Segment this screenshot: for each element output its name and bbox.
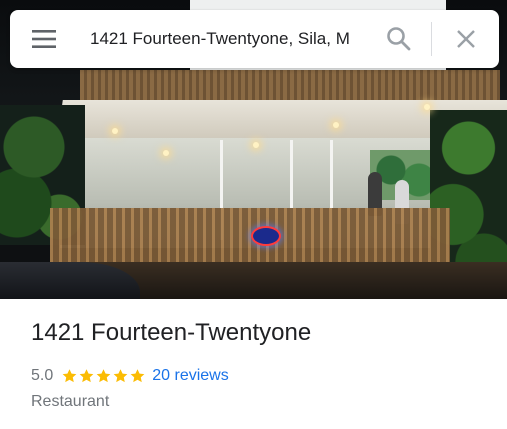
- hamburger-menu-icon: [32, 30, 56, 48]
- photo-lamp: [163, 150, 169, 156]
- photo-open-sign: [251, 226, 281, 246]
- search-divider: [431, 22, 432, 56]
- place-category: Restaurant: [31, 393, 110, 410]
- star-icon: [62, 369, 77, 383]
- search-input[interactable]: [90, 24, 380, 54]
- close-icon: [457, 30, 475, 48]
- clear-search-button[interactable]: [451, 24, 481, 54]
- reviews-link[interactable]: 20 reviews: [152, 367, 228, 385]
- search-button[interactable]: [384, 24, 414, 54]
- star-icon: [113, 369, 128, 383]
- photo-lamp: [112, 128, 118, 134]
- place-info-panel: 1421 Fourteen-Twentyone 5.0 20 reviews R…: [0, 299, 507, 429]
- star-rating: [61, 368, 146, 384]
- rating-value: 5.0: [31, 367, 54, 384]
- search-icon: [387, 27, 411, 51]
- photo-lamp: [333, 122, 339, 128]
- photo-lamp: [253, 142, 259, 148]
- star-icon: [79, 369, 94, 383]
- place-title: 1421 Fourteen-Twentyone: [31, 319, 312, 346]
- photo-fence: [50, 208, 450, 268]
- rating-row: 5.0 20 reviews: [31, 367, 229, 385]
- star-icon: [130, 369, 145, 383]
- search-bar: [10, 10, 499, 68]
- star-icon: [96, 369, 111, 383]
- photo-lamp: [424, 104, 430, 110]
- menu-button[interactable]: [24, 24, 64, 54]
